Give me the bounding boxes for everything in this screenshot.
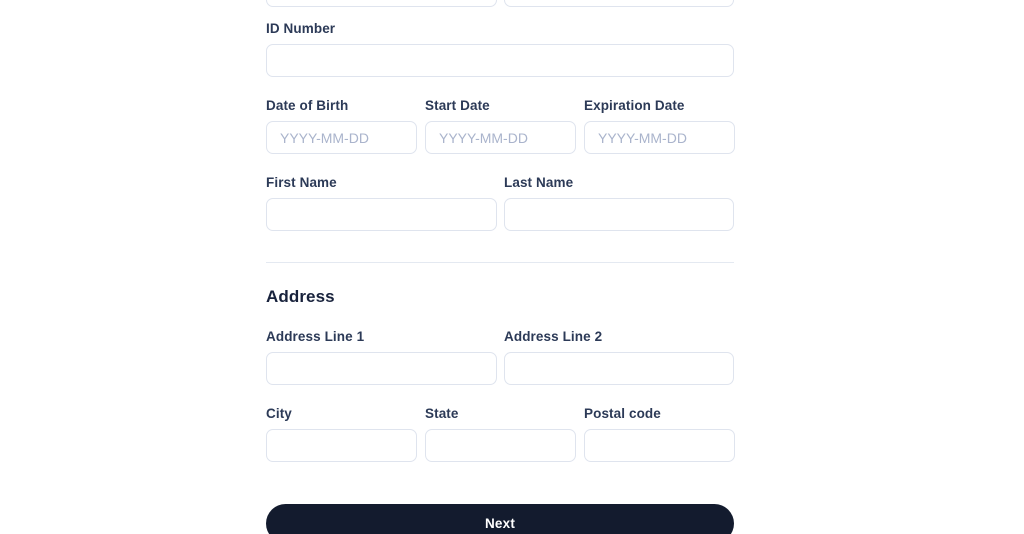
clipped-input-right[interactable] [504, 0, 734, 7]
expiration-date-input[interactable] [584, 121, 735, 154]
address-line-2-field-group: Address Line 2 [504, 329, 734, 385]
names-row: First Name Last Name [266, 175, 734, 231]
locality-row: City State Postal code [266, 406, 735, 462]
city-label: City [266, 406, 292, 421]
id-number-label: ID Number [266, 21, 336, 36]
expiration-date-field-group: Expiration Date [584, 98, 735, 154]
address-line-1-label: Address Line 1 [266, 329, 365, 344]
address-line-1-field-group: Address Line 1 [266, 329, 497, 385]
first-name-input[interactable] [266, 198, 497, 231]
postal-code-input[interactable] [584, 429, 735, 462]
dates-row: Date of Birth Start Date Expiration Date [266, 98, 735, 154]
last-name-label: Last Name [504, 175, 574, 190]
address-section-title: Address [266, 287, 335, 306]
state-input[interactable] [425, 429, 576, 462]
state-field-group: State [425, 406, 576, 462]
clipped-fields-row-above [266, 0, 734, 8]
expiration-date-label: Expiration Date [584, 98, 685, 113]
form-page: ID Number Date of Birth Start Date Expir… [0, 0, 1024, 534]
last-name-field-group: Last Name [504, 175, 734, 231]
id-number-row: ID Number [266, 21, 734, 77]
address-line-1-input[interactable] [266, 352, 497, 385]
first-name-field-group: First Name [266, 175, 497, 231]
start-date-input[interactable] [425, 121, 576, 154]
identity-form: ID Number Date of Birth Start Date Expir… [266, 0, 735, 534]
postal-code-field-group: Postal code [584, 406, 735, 462]
section-divider [266, 262, 734, 263]
city-input[interactable] [266, 429, 417, 462]
last-name-input[interactable] [504, 198, 734, 231]
postal-code-label: Postal code [584, 406, 661, 421]
start-date-label: Start Date [425, 98, 490, 113]
date-of-birth-field-group: Date of Birth [266, 98, 417, 154]
city-field-group: City [266, 406, 417, 462]
address-line-2-input[interactable] [504, 352, 734, 385]
date-of-birth-input[interactable] [266, 121, 417, 154]
date-of-birth-label: Date of Birth [266, 98, 349, 113]
start-date-field-group: Start Date [425, 98, 576, 154]
id-number-input[interactable] [266, 44, 734, 77]
address-lines-row: Address Line 1 Address Line 2 [266, 329, 734, 385]
first-name-label: First Name [266, 175, 337, 190]
state-label: State [425, 406, 459, 421]
next-button[interactable]: Next [266, 504, 734, 534]
clipped-input-left[interactable] [266, 0, 497, 7]
address-line-2-label: Address Line 2 [504, 329, 603, 344]
id-number-field-group: ID Number [266, 21, 734, 77]
